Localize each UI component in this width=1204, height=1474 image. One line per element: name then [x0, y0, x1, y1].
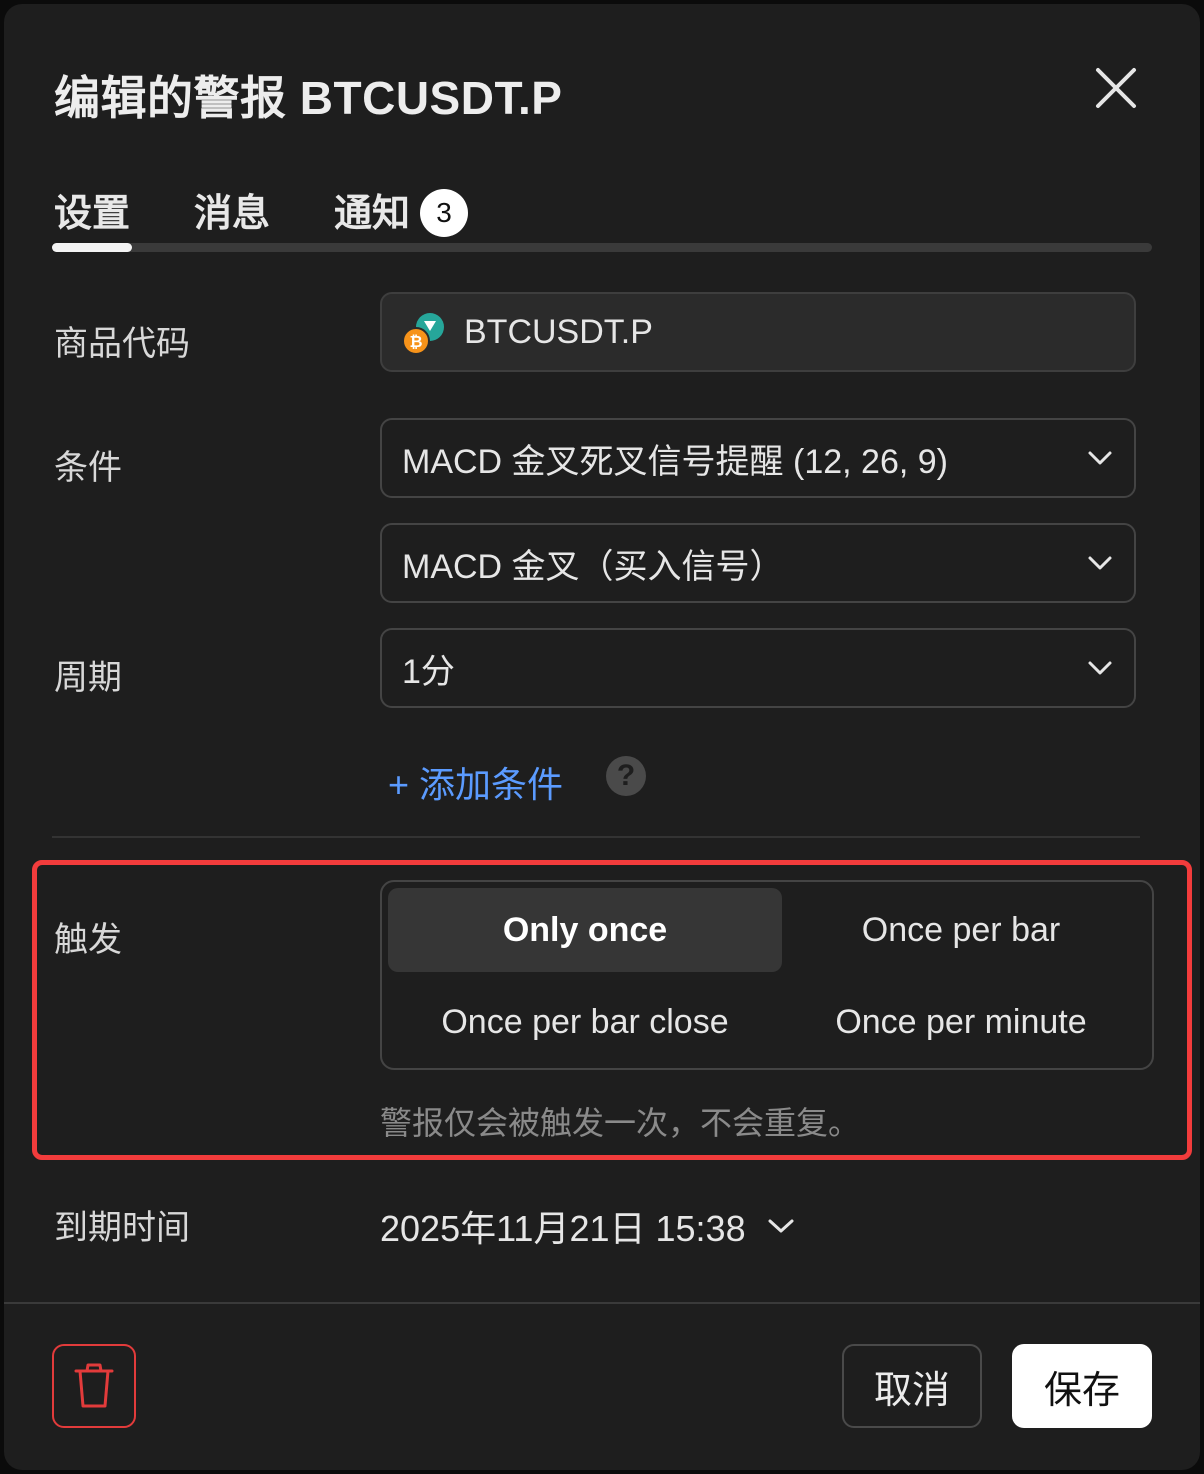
- notification-count-badge: 3: [420, 189, 469, 237]
- condition-signal-select[interactable]: MACD 金叉（买入信号）: [380, 523, 1136, 603]
- condition-indicator-value: MACD 金叉死叉信号提醒 (12, 26, 9): [402, 442, 948, 481]
- tab-track: [52, 243, 1152, 252]
- period-select[interactable]: 1分: [380, 628, 1136, 708]
- trigger-hint: 警报仅会被触发一次，不会重复。: [380, 1105, 861, 1141]
- chevron-down-icon: [1088, 661, 1112, 675]
- condition-indicator-select[interactable]: MACD 金叉死叉信号提醒 (12, 26, 9): [380, 418, 1136, 498]
- dialog-title: 编辑的警报 BTCUSDT.P: [54, 72, 563, 124]
- tab-settings[interactable]: 设置: [54, 182, 130, 237]
- expiry-label: 到期时间: [54, 1209, 190, 1247]
- help-icon[interactable]: ?: [606, 756, 646, 796]
- trigger-option-once-per-bar-close[interactable]: Once per bar close: [388, 980, 782, 1064]
- save-button[interactable]: 保存: [1012, 1344, 1152, 1428]
- trigger-option-once-per-bar[interactable]: Once per bar: [776, 888, 1146, 972]
- tab-bar: 设置 消息 通知 3: [54, 182, 1154, 238]
- trigger-options: Only once Once per bar Once per bar clos…: [380, 880, 1154, 1070]
- tab-notifications-label: 通知: [334, 193, 411, 235]
- close-icon: [1096, 68, 1136, 108]
- delete-button[interactable]: [52, 1344, 136, 1428]
- trash-icon: [74, 1363, 114, 1408]
- symbol-label: 商品代码: [54, 325, 190, 363]
- trigger-option-once-per-minute[interactable]: Once per minute: [776, 980, 1146, 1064]
- period-label: 周期: [54, 659, 122, 697]
- cancel-button[interactable]: 取消: [842, 1344, 982, 1428]
- add-condition-button[interactable]: + 添加条件: [388, 756, 563, 808]
- chevron-down-icon: [1088, 451, 1112, 465]
- condition-signal-value: MACD 金叉（买入信号）: [402, 547, 784, 586]
- chevron-down-icon: [1088, 556, 1112, 570]
- symbol-value: BTCUSDT.P: [464, 312, 653, 351]
- trigger-label: 触发: [54, 921, 122, 959]
- footer-divider: [4, 1302, 1200, 1304]
- coin-icon: ₿: [400, 307, 450, 357]
- condition-label: 条件: [54, 449, 122, 487]
- svg-text:₿: ₿: [409, 332, 422, 351]
- expiry-picker[interactable]: 2025年11月21日 15:38: [380, 1200, 796, 1252]
- close-button[interactable]: [1092, 64, 1140, 112]
- active-tab-indicator: [52, 243, 132, 252]
- tab-messages-label: 消息: [194, 193, 271, 235]
- tab-notifications[interactable]: 通知 3: [334, 182, 469, 237]
- symbol-field[interactable]: ₿ BTCUSDT.P: [380, 292, 1136, 372]
- expiry-value: 2025年11月21日 15:38: [380, 1208, 746, 1249]
- tab-settings-label: 设置: [54, 193, 131, 235]
- tab-messages[interactable]: 消息: [194, 182, 270, 237]
- alert-dialog: 编辑的警报 BTCUSDT.P 设置 消息 通知 3 商品代码 ₿ BTCUSDT…: [4, 4, 1200, 1470]
- period-value: 1分: [402, 652, 455, 691]
- trigger-option-only-once[interactable]: Only once: [388, 888, 782, 972]
- section-divider: [52, 836, 1140, 838]
- chevron-down-icon: [768, 1219, 794, 1233]
